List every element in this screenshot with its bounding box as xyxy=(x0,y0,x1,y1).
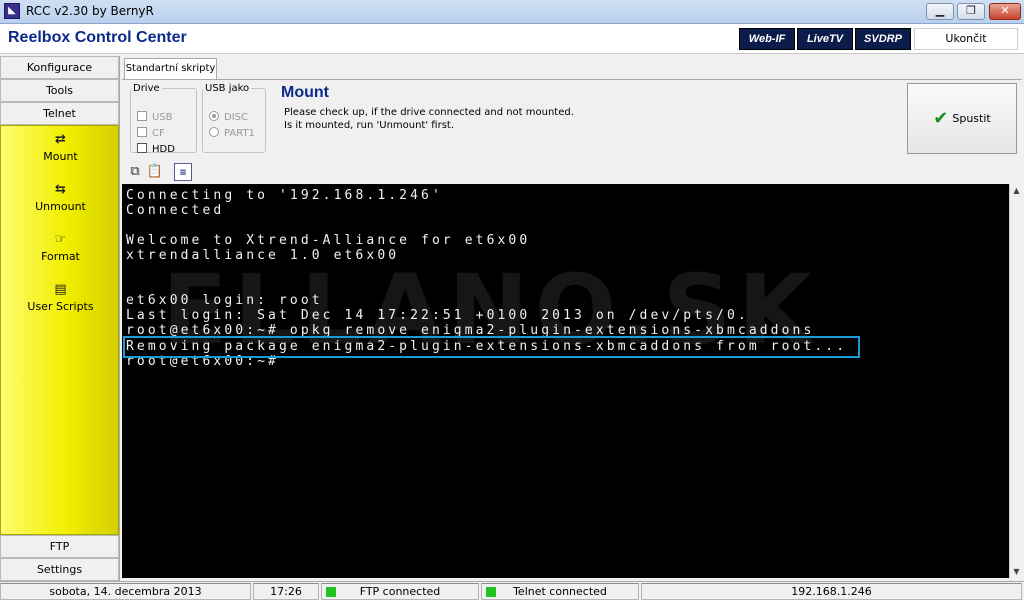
minimize-button[interactable]: ▁ xyxy=(926,3,954,20)
mount-icon: ⇄ xyxy=(55,132,66,147)
mount-description: Please check up, if the drive connected … xyxy=(284,106,574,132)
mount-desc-line1: Please check up, if the drive connected … xyxy=(284,107,574,118)
scroll-up-icon[interactable]: ▲ xyxy=(1010,184,1023,197)
tool-mount-label: Mount xyxy=(43,150,78,163)
usb-disc-label: DISC xyxy=(224,112,248,123)
terminal-line: et6x00 login: root xyxy=(126,293,323,308)
terminal-line: Connected xyxy=(126,203,225,218)
sidebar-item-telnet[interactable]: Telnet xyxy=(0,102,119,125)
telnet-led-icon xyxy=(486,587,496,597)
highlight-box xyxy=(123,336,860,358)
checkmark-icon: ✔ xyxy=(933,108,949,129)
close-button[interactable]: ✕ xyxy=(989,3,1021,20)
usb-part1-label: PART1 xyxy=(224,128,255,139)
radio-icon xyxy=(209,127,219,137)
telnet-terminal[interactable]: ELLANO.SK Connecting to '192.168.1.246' … xyxy=(122,184,1009,578)
app-title: Reelbox Control Center xyxy=(8,29,187,46)
status-telnet-label: Telnet connected xyxy=(513,585,607,598)
tool-unmount-label: Unmount xyxy=(35,200,86,213)
sidebar-item-ftp[interactable]: FTP xyxy=(0,535,119,558)
status-telnet: Telnet connected xyxy=(481,583,639,600)
status-ftp: FTP connected xyxy=(321,583,479,600)
usb-part1-radio: PART1 xyxy=(209,127,255,139)
mount-desc-line2: Is it mounted, run 'Unmount' first. xyxy=(284,120,455,131)
usb-jako-legend: USB jako xyxy=(205,83,250,94)
sidebar-item-settings[interactable]: Settings xyxy=(0,558,119,581)
web-if-button[interactable]: Web-IF xyxy=(739,28,795,50)
usb-jako-group: USB jako DISC PART1 xyxy=(202,83,266,153)
drive-hdd-checkbox[interactable]: HDD xyxy=(137,143,175,155)
tool-format-label: Format xyxy=(41,250,80,263)
script-icon[interactable]: ≡ xyxy=(174,163,192,181)
scroll-down-icon[interactable]: ▼ xyxy=(1010,565,1023,578)
paste-icon[interactable]: 📋 xyxy=(146,163,164,181)
status-ip: 192.168.1.246 xyxy=(641,583,1022,600)
run-button[interactable]: ✔ Spustit xyxy=(907,83,1017,154)
window-title-bar: ◣ RCC v2.30 by BernyR ▁ ❐ ✕ xyxy=(0,0,1024,24)
svdrp-button[interactable]: SVDRP xyxy=(855,28,911,50)
radio-icon xyxy=(209,111,219,121)
ftp-led-icon xyxy=(326,587,336,597)
terminal-line: xtrendalliance 1.0 et6x00 xyxy=(126,248,400,263)
status-ftp-label: FTP connected xyxy=(359,585,441,598)
run-button-label: Spustit xyxy=(952,112,991,125)
tool-mount[interactable]: ⇄ Mount xyxy=(1,132,120,163)
copy-icon[interactable]: ⧉ xyxy=(126,163,144,181)
format-icon: ☞ xyxy=(54,232,67,247)
drive-cf-label: CF xyxy=(152,128,165,139)
drive-cf-checkbox: CF xyxy=(137,127,165,139)
terminal-scrollbar[interactable]: ▲ ▼ xyxy=(1009,184,1022,578)
app-header: Reelbox Control Center Web-IF LiveTV SVD… xyxy=(0,24,1024,54)
tools-panel: ⇄ Mount ⇆ Unmount ☞ Format ▤ User Script… xyxy=(0,125,119,535)
terminal-line: Welcome to Xtrend-Alliance for et6x00 xyxy=(126,233,531,248)
mount-title: Mount xyxy=(281,84,329,101)
tool-format[interactable]: ☞ Format xyxy=(1,232,120,263)
tool-user-scripts-label: User Scripts xyxy=(27,300,94,313)
drive-hdd-label: HDD xyxy=(152,144,175,155)
sidebar: Konfigurace Tools Telnet ⇄ Mount ⇆ Unmou… xyxy=(0,56,120,581)
drive-legend: Drive xyxy=(133,83,160,94)
drive-group: Drive USB CF HDD xyxy=(130,83,197,155)
maximize-button[interactable]: ❐ xyxy=(957,3,985,20)
usb-disc-radio: DISC xyxy=(209,111,248,123)
checkbox-icon xyxy=(137,127,147,137)
live-tv-button[interactable]: LiveTV xyxy=(797,28,853,50)
checkbox-icon xyxy=(137,111,147,121)
app-icon: ◣ xyxy=(4,3,20,19)
status-bar: sobota, 14. decembra 2013 17:26 FTP conn… xyxy=(0,581,1024,600)
drive-usb-checkbox: USB xyxy=(137,111,173,123)
status-time: 17:26 xyxy=(253,583,319,600)
sidebar-item-konfigurace[interactable]: Konfigurace xyxy=(0,56,119,79)
terminal-toolbar: ⧉ 📋 ≡ xyxy=(122,160,1022,184)
mount-options-panel: Drive USB CF HDD USB jako DISC PART1 Mou… xyxy=(122,79,1022,157)
unmount-icon: ⇆ xyxy=(55,182,66,197)
status-date: sobota, 14. decembra 2013 xyxy=(0,583,251,600)
tool-unmount[interactable]: ⇆ Unmount xyxy=(1,182,120,213)
quit-button[interactable]: Ukončit xyxy=(914,28,1018,50)
window-title: RCC v2.30 by BernyR xyxy=(26,4,154,18)
tab-standartni-skripty[interactable]: Standartní skripty xyxy=(124,58,217,79)
drive-usb-label: USB xyxy=(152,112,173,123)
terminal-line: Connecting to '192.168.1.246' xyxy=(126,188,443,203)
terminal-line: Last login: Sat Dec 14 17:22:51 +0100 20… xyxy=(126,308,749,323)
checkbox-icon xyxy=(137,143,147,153)
tool-user-scripts[interactable]: ▤ User Scripts xyxy=(1,282,120,313)
user-scripts-icon: ▤ xyxy=(54,282,67,297)
sidebar-item-tools[interactable]: Tools xyxy=(0,79,119,102)
